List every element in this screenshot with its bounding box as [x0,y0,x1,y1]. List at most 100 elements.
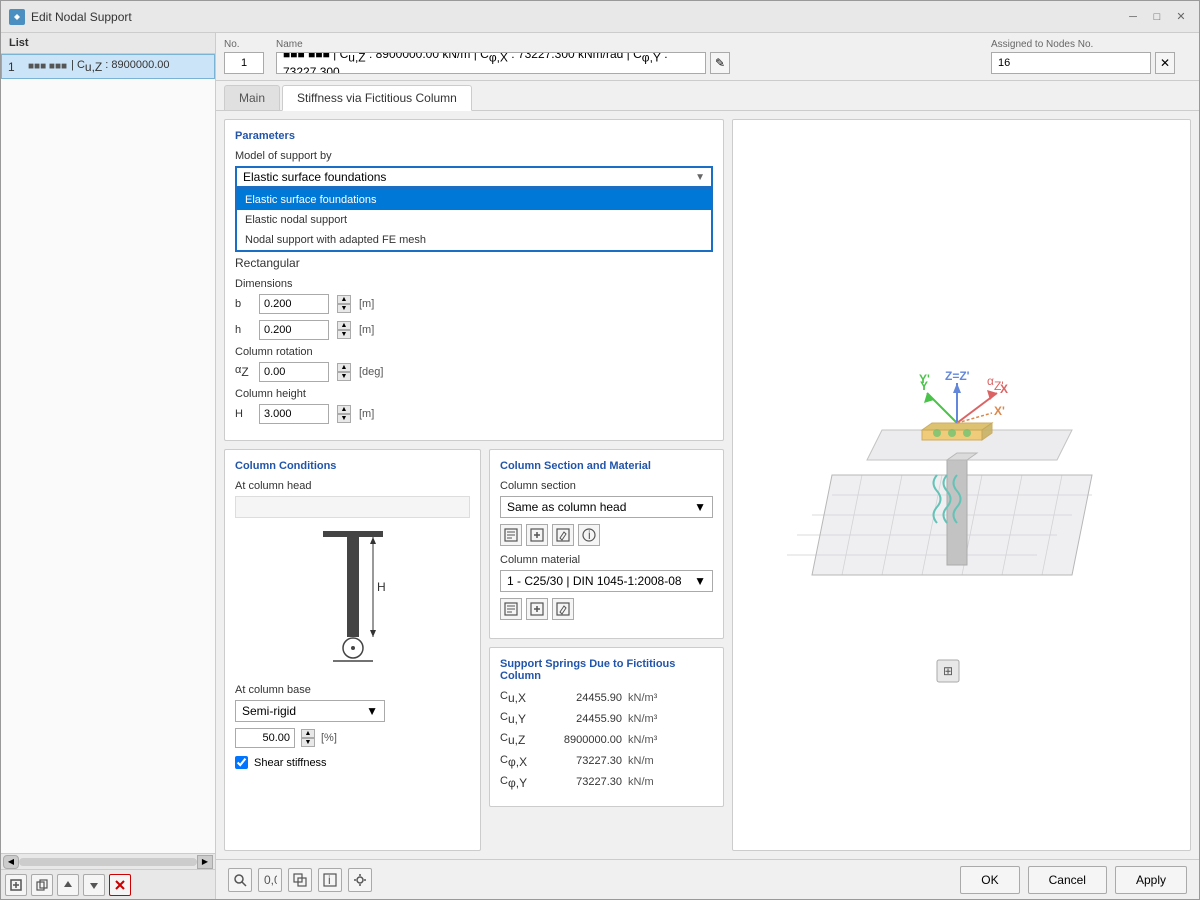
apply-button[interactable]: Apply [1115,866,1187,894]
list-bottom-toolbar [1,869,215,899]
select-button[interactable] [288,868,312,892]
rotation-down[interactable]: ▼ [337,372,351,381]
settings-button[interactable] [348,868,372,892]
col-material-browse-btn[interactable] [500,598,522,620]
col-section-info-btn[interactable]: i [578,524,600,546]
spring-label-1: Cu,Y [500,711,536,726]
content-area: Parameters Model of support by Elastic s… [216,111,1199,859]
coordinates-button[interactable]: 0,00 [258,868,282,892]
at-base-label: At column base [235,684,470,696]
dim-b-unit: [m] [359,298,374,310]
height-spin: ▲ ▼ [337,405,351,423]
horizontal-scrollbar[interactable]: ◀ ▶ [1,853,215,869]
svg-text:⊞: ⊞ [943,664,953,678]
name-input-row: ■■■ ■■■ | Cu,Z : 8900000.00 kN/m | Cφ,X … [276,52,979,74]
column-diagram-svg: H [303,526,403,676]
move-down-button[interactable] [83,874,105,896]
model-selected-text: Elastic surface foundations [243,170,386,184]
col-material-add-btn[interactable] [526,598,548,620]
col-section-add-btn[interactable] [526,524,548,546]
left-panel: List 1 ■■■ ■■■ | Cu,Z : 8900000.00 ◀ ▶ [1,33,216,899]
spring-label-3: Cφ,X [500,754,536,769]
info-button[interactable]: i [318,868,342,892]
shear-stiffness-row: Shear stiffness [235,756,470,769]
model-option-1[interactable]: Elastic nodal support [237,210,711,230]
duplicate-item-button[interactable] [31,874,53,896]
base-dropdown[interactable]: Semi-rigid ▼ [235,700,385,722]
col-section-icons: i [500,524,713,546]
height-input[interactable] [259,404,329,424]
dim-b-up[interactable]: ▲ [337,295,351,304]
dim-b-down[interactable]: ▼ [337,304,351,313]
tab-stiffness[interactable]: Stiffness via Fictitious Column [282,85,472,111]
spring-unit-2: kN/m³ [628,734,657,746]
maximize-button[interactable]: □ [1147,8,1167,26]
ok-button[interactable]: OK [960,866,1019,894]
pct-down[interactable]: ▼ [301,738,315,747]
dim-h-down[interactable]: ▼ [337,330,351,339]
assigned-clear-button[interactable]: ✕ [1155,52,1175,74]
scroll-left-btn[interactable]: ◀ [3,855,19,869]
close-button[interactable]: ✕ [1171,8,1191,26]
dim-h-up[interactable]: ▲ [337,321,351,330]
minimize-button[interactable]: ─ [1123,8,1143,26]
col-material-edit-btn[interactable] [552,598,574,620]
list-empty-space [1,79,215,853]
col-section-dropdown[interactable]: Same as column head ▼ [500,496,713,518]
tab-main[interactable]: Main [224,85,280,110]
height-down[interactable]: ▼ [337,414,351,423]
zoom-button[interactable] [228,868,252,892]
svg-text:α: α [987,374,994,388]
spring-label-2: Cu,Z [500,732,536,747]
svg-text:X': X' [994,404,1005,418]
col-section-label: Column section [500,480,713,492]
add-item-button[interactable] [5,874,27,896]
name-display[interactable]: ■■■ ■■■ | Cu,Z : 8900000.00 kN/m | Cφ,X … [276,52,706,74]
model-dropdown-btn[interactable]: Elastic surface foundations ▼ [235,166,713,188]
model-option-0[interactable]: Elastic surface foundations [237,190,711,210]
scroll-track[interactable] [19,858,197,866]
cancel-button[interactable]: Cancel [1028,866,1107,894]
assigned-input-row: ✕ [991,52,1191,74]
visualization-panel: Y X Z=Z' α Z' [732,119,1191,851]
scroll-right-btn[interactable]: ▶ [197,855,213,869]
left-column: Parameters Model of support by Elastic s… [224,119,724,851]
dimensions-title: Dimensions [235,278,713,290]
pct-up[interactable]: ▲ [301,729,315,738]
dim-h-input[interactable] [259,320,329,340]
list-item[interactable]: 1 ■■■ ■■■ | Cu,Z : 8900000.00 [1,54,215,79]
rotation-label: αZ [235,364,251,379]
name-edit-button[interactable]: ✎ [710,52,730,74]
model-option-2[interactable]: Nodal support with adapted FE mesh [237,230,711,250]
col-section-browse-btn[interactable] [500,524,522,546]
rotation-input[interactable] [259,362,329,382]
base-selected: Semi-rigid [242,704,296,718]
rotation-title: Column rotation [235,346,713,358]
delete-item-button[interactable] [109,874,131,896]
rotation-up[interactable]: ▲ [337,363,351,372]
spring-value-4: 73227.30 [542,776,622,788]
spring-unit-3: kN/m [628,755,654,767]
move-up-button[interactable] [57,874,79,896]
spring-value-2: 8900000.00 [542,734,622,746]
col-material-dropdown[interactable]: 1 - C25/30 | DIN 1045-1:2008-08 ▼ [500,570,713,592]
base-row: Semi-rigid ▼ [235,700,470,722]
shear-stiffness-label[interactable]: Shear stiffness [254,757,327,769]
right-content: No. Name ■■■ ■■■ | Cu,Z : 8900000.00 kN/… [216,33,1199,899]
name-label: Name [276,39,979,50]
height-title: Column height [235,388,713,400]
pct-input[interactable] [235,728,295,748]
shear-stiffness-checkbox[interactable] [235,756,248,769]
height-section: Column height H ▲ ▼ [m] [235,388,713,424]
dim-b-input[interactable] [259,294,329,314]
no-input[interactable] [224,52,264,74]
dim-h-label: h [235,324,251,336]
assigned-label: Assigned to Nodes No. [991,39,1191,50]
top-fields-row: No. Name ■■■ ■■■ | Cu,Z : 8900000.00 kN/… [216,33,1199,81]
right-sub-col: Column Section and Material Column secti… [489,449,724,851]
assigned-input[interactable] [991,52,1151,74]
pct-unit: [%] [321,732,337,744]
column-conditions-title: Column Conditions [235,460,470,472]
height-up[interactable]: ▲ [337,405,351,414]
col-section-edit-btn[interactable] [552,524,574,546]
